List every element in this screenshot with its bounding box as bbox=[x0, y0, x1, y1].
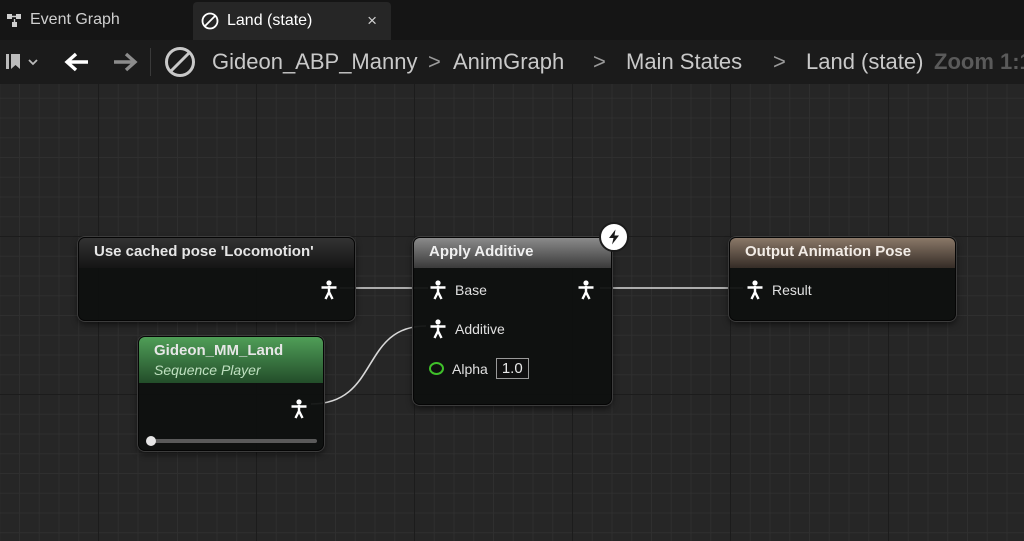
breadcrumb-item-land-state[interactable]: Land (state) bbox=[806, 40, 923, 84]
document-tab-bar: Event Graph Land (state) × bbox=[0, 0, 1024, 40]
event-graph-icon bbox=[6, 12, 22, 28]
tab-label: Event Graph bbox=[30, 11, 120, 28]
pose-output-pin[interactable] bbox=[320, 280, 338, 300]
sequence-player-node[interactable]: Gideon_MM_Land Sequence Player bbox=[138, 336, 324, 451]
node-title: Apply Additive bbox=[414, 238, 611, 268]
bookmark-button[interactable] bbox=[4, 40, 40, 84]
pose-output-pin[interactable] bbox=[577, 280, 595, 300]
pin-label: Alpha bbox=[452, 360, 488, 377]
close-icon[interactable]: × bbox=[367, 11, 377, 31]
breadcrumb-item-main-states[interactable]: Main States bbox=[626, 40, 742, 84]
node-title: Gideon_MM_Land bbox=[154, 342, 284, 359]
zoom-level: Zoom 1:1 bbox=[934, 49, 1024, 74]
forward-button[interactable] bbox=[112, 40, 138, 84]
alpha-input-pin[interactable]: Alpha 1.0 bbox=[429, 358, 529, 379]
play-position-handle[interactable] bbox=[146, 436, 156, 446]
base-input-pin[interactable]: Base bbox=[429, 280, 487, 300]
fast-path-lightning-icon bbox=[599, 222, 629, 252]
tab-land-state[interactable]: Land (state) × bbox=[193, 2, 391, 40]
pose-pin-icon bbox=[578, 280, 594, 300]
node-title: Use cached pose 'Locomotion' bbox=[79, 238, 354, 268]
pose-pin-icon bbox=[321, 280, 337, 300]
node-title: Output Animation Pose bbox=[730, 238, 955, 268]
pose-pin-icon bbox=[747, 280, 763, 300]
pose-pin-icon bbox=[291, 399, 307, 419]
breadcrumb-separator: > bbox=[593, 49, 606, 74]
breadcrumb: Gideon_ABP_Manny > AnimGraph > Main Stat… bbox=[0, 40, 1024, 84]
pin-label: Additive bbox=[455, 321, 505, 337]
back-button[interactable] bbox=[64, 40, 90, 84]
pose-pin-icon bbox=[430, 280, 446, 300]
float-pin-icon bbox=[429, 362, 444, 375]
alpha-value-field[interactable]: 1.0 bbox=[495, 358, 529, 379]
state-icon bbox=[201, 12, 219, 30]
breadcrumb-separator: > bbox=[428, 49, 441, 74]
additive-input-pin[interactable]: Additive bbox=[429, 319, 505, 339]
arrow-left-icon bbox=[64, 52, 88, 72]
cached-pose-node[interactable]: Use cached pose 'Locomotion' bbox=[78, 237, 355, 321]
bookmark-icon bbox=[6, 54, 38, 69]
result-input-pin[interactable]: Result bbox=[746, 280, 812, 300]
anim-graph-canvas[interactable]: Use cached pose 'Locomotion' Gideon_MM_L… bbox=[0, 84, 1024, 541]
state-icon bbox=[164, 40, 196, 84]
tab-event-graph[interactable]: Event Graph bbox=[0, 0, 190, 40]
node-header: Gideon_MM_Land Sequence Player bbox=[139, 337, 323, 383]
breadcrumb-item-animgraph[interactable]: AnimGraph bbox=[453, 40, 564, 84]
output-pose-node[interactable]: Output Animation Pose Result bbox=[729, 237, 956, 321]
apply-additive-node[interactable]: Apply Additive Base Additive Alpha 1.0 bbox=[413, 237, 612, 405]
play-position-slider[interactable] bbox=[149, 439, 317, 443]
arrow-right-icon bbox=[114, 52, 138, 72]
pin-label: Base bbox=[455, 282, 487, 298]
breadcrumb-separator: > bbox=[773, 49, 786, 74]
breadcrumb-item-blueprint[interactable]: Gideon_ABP_Manny bbox=[212, 40, 417, 84]
pose-pin-icon bbox=[430, 319, 446, 339]
pin-label: Result bbox=[772, 282, 812, 298]
node-subtitle: Sequence Player bbox=[154, 362, 261, 378]
toolbar-divider bbox=[150, 48, 151, 76]
pose-output-pin[interactable] bbox=[290, 399, 308, 419]
tab-label: Land (state) bbox=[227, 12, 313, 29]
wire-sequence-to-additive bbox=[310, 325, 427, 405]
